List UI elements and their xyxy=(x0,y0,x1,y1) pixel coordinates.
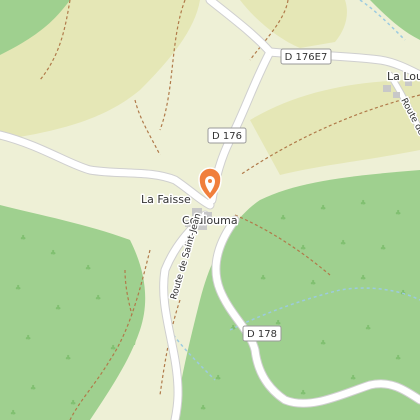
svg-text:♣: ♣ xyxy=(65,354,71,362)
svg-text:♣: ♣ xyxy=(360,274,366,282)
svg-text:♣: ♣ xyxy=(85,264,91,272)
svg-text:♣: ♣ xyxy=(95,294,101,302)
svg-text:♣: ♣ xyxy=(365,324,371,332)
svg-text:♣: ♣ xyxy=(70,399,76,407)
svg-text:♣: ♣ xyxy=(20,234,26,242)
svg-text:D 178: D 178 xyxy=(247,329,277,340)
svg-text:♣: ♣ xyxy=(10,409,16,417)
svg-text:♣: ♣ xyxy=(230,324,236,332)
svg-text:D 176E7: D 176E7 xyxy=(285,52,328,63)
svg-text:♣: ♣ xyxy=(300,244,306,252)
svg-text:♣: ♣ xyxy=(320,204,326,212)
svg-text:♣: ♣ xyxy=(395,209,401,217)
svg-text:♣: ♣ xyxy=(340,239,346,247)
svg-text:♣: ♣ xyxy=(380,244,386,252)
svg-text:♣: ♣ xyxy=(260,274,266,282)
map-view[interactable]: ♣ ♣ ♣ ♣ ♣ ♣ ♣ ♣ ♣ ♣ ♣ ♣ ♣ ♣ ♣ ♣ ♣ ♣ ♣ ♣ ♣ ♣ ♣ ♣ ♣ ♣ ♣ ♣ ♣ ♣ … xyxy=(0,0,420,420)
svg-text:♣: ♣ xyxy=(200,404,206,412)
svg-text:♣: ♣ xyxy=(280,214,286,222)
svg-text:♣: ♣ xyxy=(55,304,61,312)
svg-text:♣: ♣ xyxy=(320,339,326,347)
road-shield-d176[interactable]: D 176 xyxy=(207,127,247,144)
svg-text:♣: ♣ xyxy=(395,354,401,362)
road-shield-d178[interactable]: D 178 xyxy=(242,325,282,342)
road-shield-d176e7[interactable]: D 176E7 xyxy=(280,48,332,65)
svg-text:♣: ♣ xyxy=(310,279,316,287)
place-label-la-lou[interactable]: La Lou xyxy=(386,69,420,85)
svg-text:♣: ♣ xyxy=(350,374,356,382)
place-label-la-faisse[interactable]: La Faisse xyxy=(140,192,193,208)
svg-text:♣: ♣ xyxy=(50,249,56,257)
svg-text:♣: ♣ xyxy=(30,384,36,392)
svg-text:♣: ♣ xyxy=(300,389,306,397)
svg-text:D 176: D 176 xyxy=(212,131,242,142)
svg-text:♣: ♣ xyxy=(360,199,366,207)
svg-text:♣: ♣ xyxy=(25,334,31,342)
svg-text:♣: ♣ xyxy=(215,374,221,382)
svg-text:♣: ♣ xyxy=(15,284,21,292)
